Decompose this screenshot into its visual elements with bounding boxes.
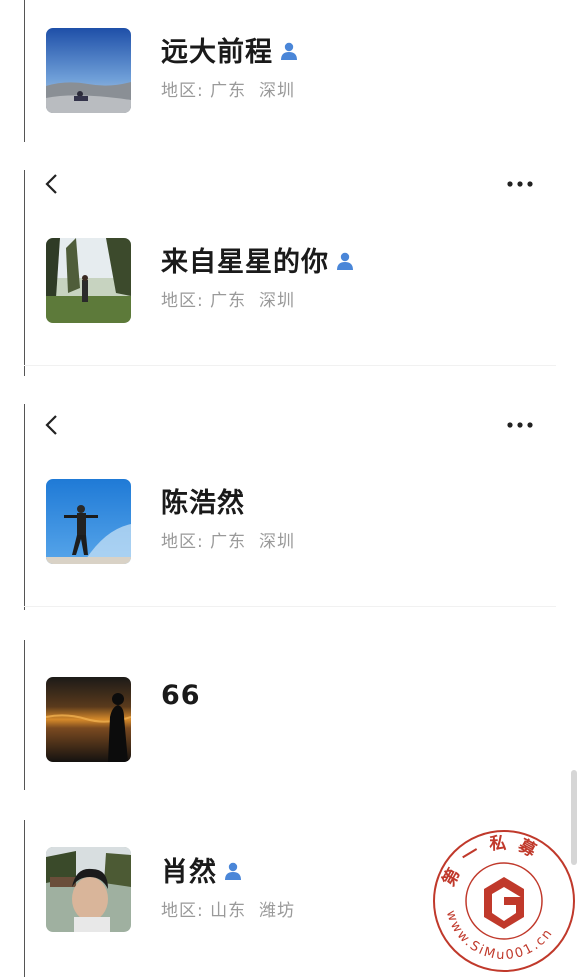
card-edge-line: [24, 820, 25, 977]
profile-avatar[interactable]: [46, 479, 131, 564]
profile-region: 地区: 广东 深圳: [161, 286, 295, 311]
card-edge-line: [24, 404, 25, 610]
profile-name: 来自星星的你: [161, 240, 355, 279]
person-verified-icon: [281, 42, 297, 60]
region-label: 地区:: [161, 901, 204, 921]
profile-region: 地区: 山东 潍坊: [161, 896, 295, 921]
card-divider: [24, 606, 556, 607]
profile-name-text: 肖然: [161, 857, 217, 888]
region-city: 潍坊: [258, 901, 295, 921]
profile-avatar[interactable]: [46, 238, 131, 323]
profile-name: 远大前程: [161, 30, 299, 69]
region-city: 深圳: [258, 532, 295, 552]
profile-name: 陈浩然: [161, 481, 245, 520]
card-edge-line: [24, 170, 25, 376]
chevron-left-icon[interactable]: [42, 172, 62, 196]
profile-region: 地区: 广东 深圳: [161, 527, 295, 552]
region-province: 广东: [210, 291, 247, 311]
profile-avatar[interactable]: [46, 847, 131, 932]
watermark-stamp: 第一私募 www.SiMu001.cn: [433, 830, 575, 972]
profile-name: 66: [161, 680, 201, 711]
more-dots-icon[interactable]: [506, 179, 534, 189]
region-province: 广东: [210, 532, 247, 552]
profile-avatar[interactable]: [46, 677, 131, 762]
region-city: 深圳: [258, 81, 295, 101]
card-divider: [24, 365, 556, 366]
profile-name-text: 66: [161, 680, 201, 711]
region-label: 地区:: [161, 81, 204, 101]
region-label: 地区:: [161, 532, 204, 552]
profile-name-text: 陈浩然: [161, 488, 245, 519]
profile-avatar[interactable]: [46, 28, 131, 113]
region-province: 山东: [210, 901, 247, 921]
card-edge-line: [24, 0, 25, 142]
profile-name: 肖然: [161, 850, 243, 889]
region-province: 广东: [210, 81, 247, 101]
region-label: 地区:: [161, 291, 204, 311]
card-edge-line: [24, 640, 25, 790]
profile-name-text: 远大前程: [161, 37, 273, 68]
person-verified-icon: [337, 252, 353, 270]
more-dots-icon[interactable]: [506, 420, 534, 430]
profile-region: 地区: 广东 深圳: [161, 76, 295, 101]
chevron-left-icon[interactable]: [42, 413, 62, 437]
person-verified-icon: [225, 862, 241, 880]
profile-name-text: 来自星星的你: [161, 247, 329, 278]
region-city: 深圳: [258, 291, 295, 311]
